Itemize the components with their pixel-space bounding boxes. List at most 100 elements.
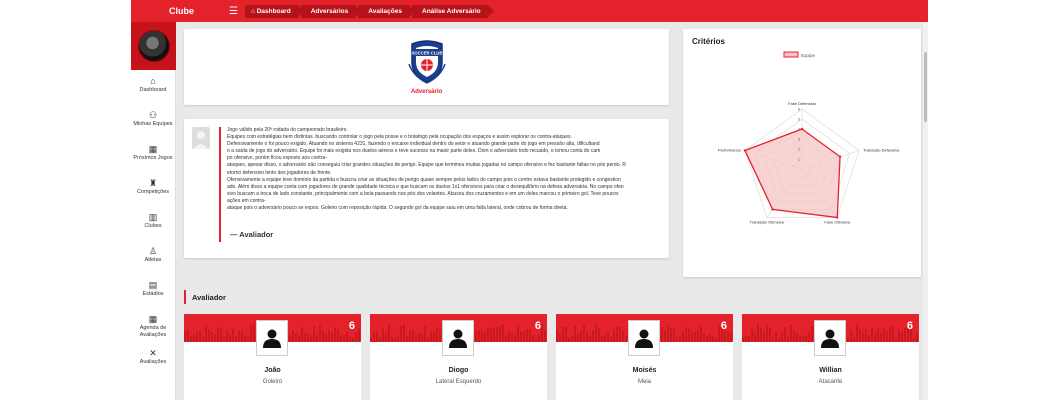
hamburger-menu-icon[interactable]: ☰ [229, 6, 245, 17]
banner-texture-bar [607, 332, 609, 342]
banner-texture-bar [538, 333, 540, 342]
banner-texture-bar [694, 332, 696, 342]
banner-texture-bar [892, 325, 894, 342]
banner-texture-bar [556, 330, 558, 342]
banner-texture-bar [700, 326, 702, 342]
banner-texture-bar [379, 337, 381, 342]
scrollbar-thumb[interactable] [924, 52, 927, 122]
banner-texture-bar [211, 332, 213, 342]
top-bar: Clube ☰ ⌂ Dashboard Adversários Avaliaçõ… [131, 0, 928, 22]
player-rating: 6 [906, 320, 913, 332]
banner-texture-bar [373, 332, 375, 342]
banner-texture-bar [568, 337, 570, 342]
breadcrumb-item-avaliacoes[interactable]: Avaliações [358, 4, 415, 18]
sidebar-item-competicoes[interactable]: ♜ Competições [131, 172, 175, 206]
banner-texture-bar [307, 333, 309, 342]
banner-texture-bar [874, 332, 876, 342]
banner-texture-bar [703, 332, 705, 342]
sidebar-item-avaliacoes[interactable]: ✕ Avaliações [131, 342, 175, 376]
banner-texture-bar [397, 335, 399, 342]
banner-texture-bar [670, 328, 672, 342]
player-name: Willian [819, 367, 842, 374]
banner-texture-bar [769, 328, 771, 342]
banner-texture-bar [616, 326, 618, 342]
app-title[interactable]: Clube [131, 6, 225, 16]
banner-texture-bar [880, 332, 882, 342]
building-icon: ▥ [148, 212, 158, 222]
player-name: Diogo [448, 367, 469, 374]
banner-texture-bar [565, 326, 567, 342]
banner-texture-bar [391, 336, 393, 342]
tools-icon: ✕ [149, 348, 157, 358]
banner-texture-bar [220, 328, 222, 342]
banner-texture-bar [331, 332, 333, 342]
breadcrumb-item-adversarios[interactable]: Adversários [300, 4, 361, 18]
person-placeholder-icon [628, 320, 660, 356]
banner-texture-bar [610, 336, 612, 342]
banner-texture-bar [916, 333, 918, 342]
banner-texture-bar [529, 329, 531, 342]
player-position: Atacante [818, 379, 843, 385]
breadcrumb-item-analise[interactable]: Análise Adversário [412, 4, 494, 18]
banner-texture-bar [625, 334, 627, 342]
banner-texture-bar [382, 327, 384, 342]
banner-texture-bar [859, 329, 861, 342]
breadcrumb-item-dashboard[interactable]: ⌂ Dashboard [245, 4, 304, 18]
player-name: Moisés [632, 367, 657, 374]
banner-texture-bar [253, 324, 255, 342]
banner-texture-bar [751, 329, 753, 342]
person-icon: ♙ [148, 246, 158, 256]
banner-texture-bar [235, 335, 237, 342]
sidebar-item-agenda[interactable]: ▦ Agenda de Avaliações [131, 308, 175, 342]
banner-texture-bar [496, 327, 498, 342]
person-placeholder-icon [192, 127, 210, 149]
banner-texture-bar [847, 337, 849, 342]
player-position: Meia [637, 379, 651, 385]
banner-texture-bar [883, 328, 885, 342]
banner-texture-bar [349, 336, 351, 342]
sidebar-item-atletas[interactable]: ♙ Atletas [131, 240, 175, 274]
banner-texture-bar [592, 329, 594, 342]
home-icon: ⌂ [150, 76, 156, 86]
banner-texture-bar [229, 334, 231, 342]
sidebar-item-clubes[interactable]: ▥ Clubes [131, 206, 175, 240]
banner-texture-bar [745, 335, 747, 342]
legend-swatch [783, 51, 799, 58]
banner-texture-bar [577, 333, 579, 342]
banner-texture-bar [217, 327, 219, 342]
player-card[interactable]: 6 Diogo Lateral Esquerdo [370, 314, 547, 400]
player-card[interactable]: 6 Willian Atacante [742, 314, 919, 400]
banner-texture-bar [718, 324, 720, 342]
banner-texture-bar [793, 330, 795, 342]
club-logo: SOCCER CLUB [407, 40, 446, 84]
sidebar-item-minhas-equipes[interactable]: ⚇ Minhas Equipes [131, 104, 175, 138]
sidebar-item-estadios[interactable]: ▤ Estádios [131, 274, 175, 308]
player-card[interactable]: 6 Moisés Meia [556, 314, 733, 400]
sidebar-item-dashboard[interactable]: ⌂ Dashboard [131, 70, 175, 104]
banner-texture-bar [799, 335, 801, 342]
banner-texture-bar [901, 331, 903, 342]
banner-texture-bar [619, 326, 621, 342]
banner-texture-bar [613, 329, 615, 342]
banner-texture-bar [502, 324, 504, 342]
banner-texture-bar [313, 325, 315, 342]
legend-label: Equipe [801, 53, 816, 58]
banner-texture-bar [403, 324, 405, 342]
banner-texture-bar [394, 337, 396, 342]
banner-texture-bar [337, 328, 339, 342]
banner-texture-bar [790, 324, 792, 342]
scrollbar[interactable] [923, 22, 928, 400]
sidebar: ⌂ Dashboard ⚇ Minhas Equipes ▦ Próximos … [131, 22, 176, 400]
banner-texture-bar [202, 336, 204, 342]
sidebar-item-proximos-jogos[interactable]: ▦ Próximos Jogos [131, 138, 175, 172]
player-card[interactable]: 6 João Goleiro [184, 314, 361, 400]
avatar[interactable] [137, 30, 170, 62]
banner-texture-bar [508, 331, 510, 342]
banner-texture-bar [319, 325, 321, 342]
player-position: Lateral Esquerdo [435, 379, 482, 385]
banner-texture-bar [685, 327, 687, 342]
banner-texture-bar [865, 329, 867, 342]
banner-texture-bar [439, 329, 441, 342]
banner-texture-bar [193, 334, 195, 342]
team-icon: ⚇ [148, 110, 158, 120]
